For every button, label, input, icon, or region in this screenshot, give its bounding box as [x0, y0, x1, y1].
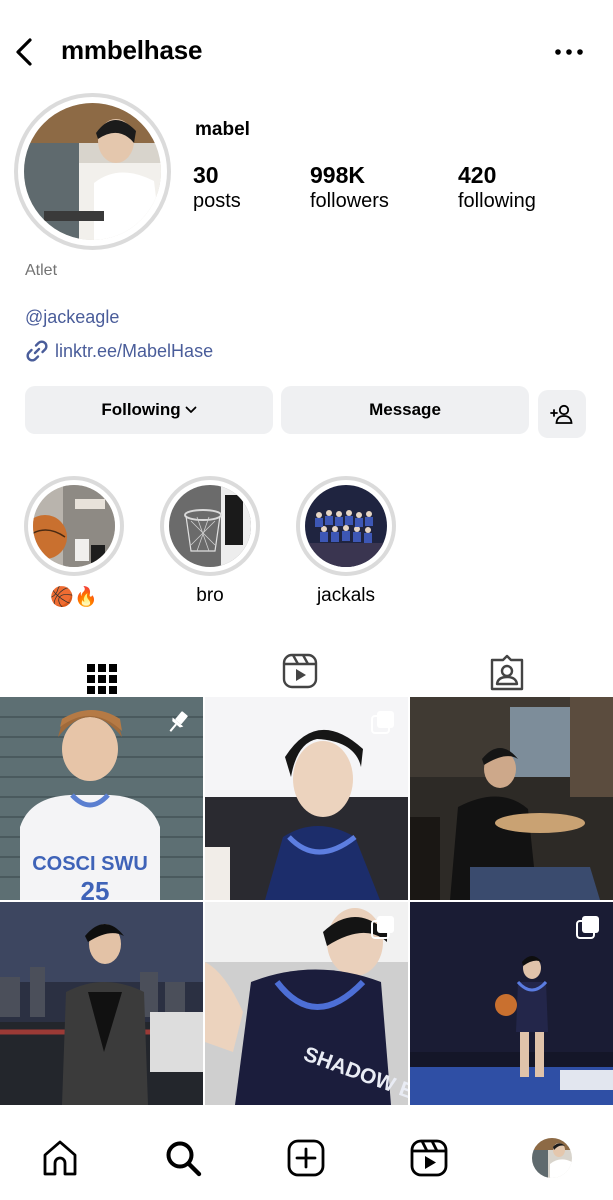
tab-tagged[interactable] [405, 650, 609, 696]
profile-username: mmbelhase [61, 35, 203, 65]
display-name: mabel [195, 119, 250, 140]
message-button-label: Message [369, 400, 441, 419]
pin-icon [169, 711, 188, 732]
story-highlight[interactable]: jackals [296, 476, 396, 607]
create-icon [287, 1139, 325, 1177]
more-options-button[interactable] [552, 40, 586, 64]
tab-reels[interactable] [198, 650, 402, 696]
highlight-cover [169, 485, 251, 567]
highlight-label: 🏀🔥 [50, 587, 98, 608]
carousel-icon [576, 916, 599, 939]
bio-external-link[interactable]: linktr.ee/MabelHase [25, 338, 213, 364]
highlight-ring [160, 476, 260, 576]
post-thumbnail[interactable] [410, 697, 613, 900]
message-button[interactable]: Message [281, 386, 529, 434]
following-stat[interactable]: 420 following [458, 161, 536, 213]
jersey-number: 25 [81, 876, 110, 900]
tab-posts-grid[interactable] [0, 650, 204, 696]
profile-avatar-ring[interactable] [14, 93, 171, 250]
following-button[interactable]: Following [25, 386, 273, 434]
following-label: following [458, 190, 536, 212]
chevron-down-icon [185, 406, 197, 413]
suggested-users-button[interactable] [538, 390, 586, 438]
bio-link-text: linktr.ee/MabelHase [55, 340, 214, 361]
followers-stat[interactable]: 998K followers [310, 161, 389, 213]
posts-count: 30 [193, 162, 219, 188]
highlight-label: bro [196, 585, 224, 606]
posts-stat[interactable]: 30 posts [193, 161, 241, 213]
link-icon [26, 340, 48, 362]
chevron-left-icon [16, 38, 32, 66]
nav-search[interactable] [161, 1136, 205, 1180]
grid-icon [87, 664, 117, 694]
followers-count: 998K [310, 162, 365, 188]
followers-label: followers [310, 190, 389, 212]
highlight-cover [305, 485, 387, 567]
post-thumbnail[interactable]: COSCI SWU 25 [0, 697, 203, 900]
back-button[interactable] [10, 36, 40, 68]
highlight-cover [33, 485, 115, 567]
jersey-text: COSCI SWU [32, 853, 148, 875]
reels-icon [410, 1139, 448, 1177]
post-thumbnail[interactable] [0, 902, 203, 1105]
post-thumbnail[interactable]: SHADOW EAGLE [205, 902, 408, 1105]
following-count: 420 [458, 162, 497, 188]
post-thumbnail[interactable] [410, 902, 613, 1105]
home-icon [43, 1140, 77, 1176]
nav-reels[interactable] [407, 1136, 451, 1180]
highlight-ring [24, 476, 124, 576]
story-highlight[interactable]: bro [160, 476, 260, 607]
more-icon [555, 49, 583, 55]
profile-avatar [24, 103, 161, 240]
profile-category: Atlet [25, 262, 58, 279]
post-thumbnail[interactable] [205, 697, 408, 900]
carousel-icon [371, 711, 394, 734]
reels-icon [282, 653, 318, 689]
highlight-label: jackals [316, 585, 376, 606]
carousel-icon [371, 916, 394, 939]
search-icon [166, 1141, 202, 1177]
add-user-icon [550, 404, 573, 424]
nav-create[interactable] [284, 1136, 328, 1180]
profile-avatar [532, 1138, 572, 1178]
profile-header: mmbelhase [0, 0, 613, 100]
bio-mention-link[interactable]: @jackeagle [25, 307, 119, 328]
nav-profile[interactable] [530, 1136, 574, 1180]
tagged-icon [490, 654, 524, 691]
story-highlight[interactable]: 🏀🔥 [24, 476, 124, 609]
nav-home[interactable] [38, 1136, 82, 1180]
bottom-navigation-bar [0, 1106, 613, 1200]
posts-label: posts [193, 190, 241, 212]
following-button-label: Following [101, 400, 181, 419]
highlight-ring [296, 476, 396, 576]
